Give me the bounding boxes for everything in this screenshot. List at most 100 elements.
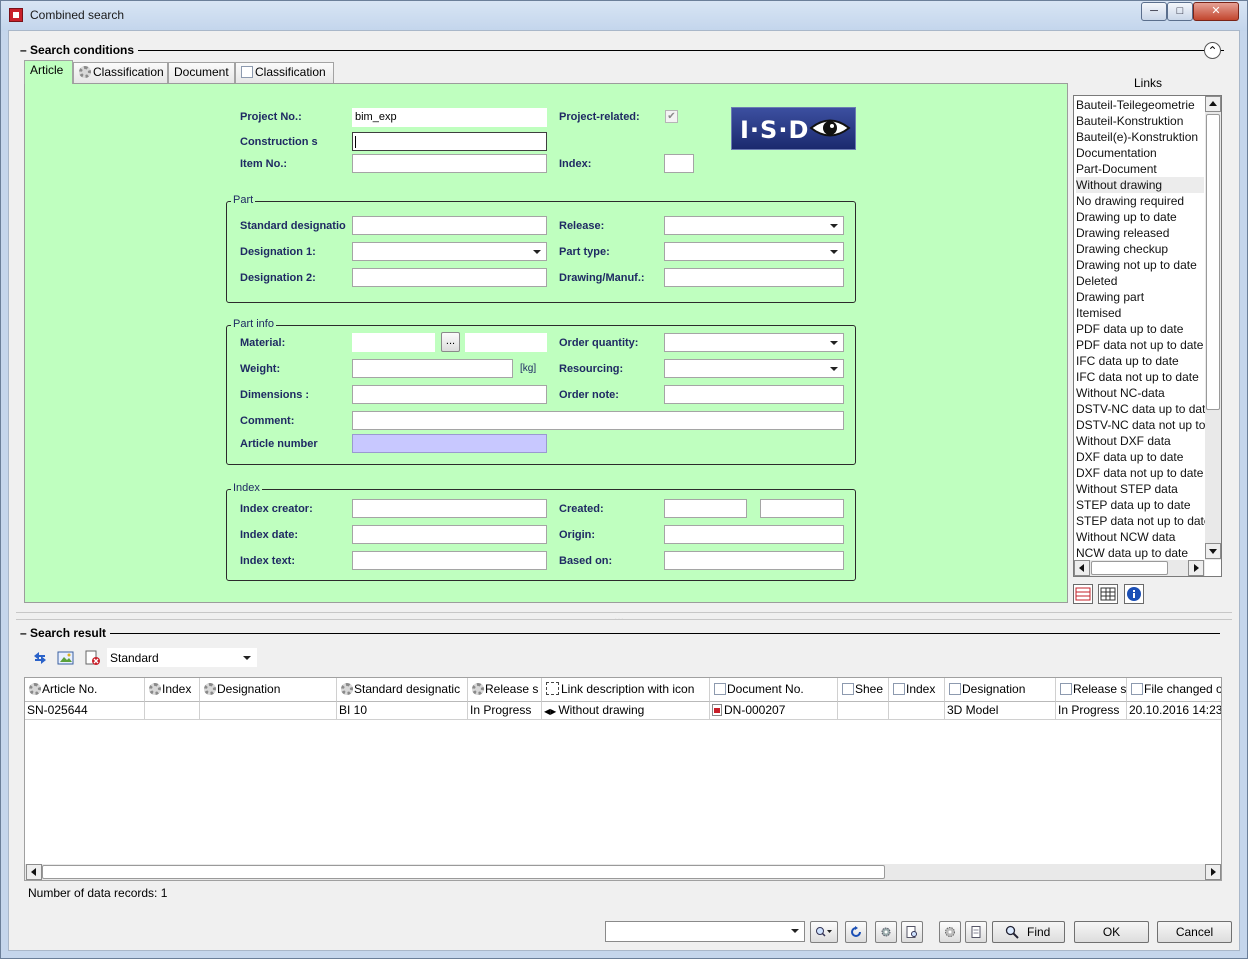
view-standard-select[interactable]: Standard bbox=[107, 648, 257, 667]
table-cell[interactable]: DN-000207 bbox=[710, 702, 838, 720]
reset-button[interactable] bbox=[845, 921, 867, 943]
links-list-item[interactable]: PDF data not up to date bbox=[1076, 337, 1203, 353]
links-list-item[interactable]: Drawing up to date bbox=[1076, 209, 1177, 225]
resourcing-select[interactable] bbox=[664, 359, 844, 378]
links-list-item[interactable]: STEP data not up to date bbox=[1076, 513, 1211, 529]
document-button[interactable] bbox=[965, 921, 987, 943]
info-button[interactable] bbox=[1124, 584, 1144, 604]
table-cell[interactable] bbox=[200, 702, 337, 720]
links-list[interactable]: Bauteil-Teilegeometrie Bauteil-Konstrukti… bbox=[1073, 95, 1222, 577]
links-list-item[interactable]: Without STEP data bbox=[1076, 481, 1178, 497]
table-view-button[interactable] bbox=[1098, 584, 1118, 604]
links-list-item[interactable]: DXF data not up to date bbox=[1076, 465, 1203, 481]
minimize-button[interactable]: ─ bbox=[1141, 2, 1167, 21]
table-scroll-right-icon[interactable] bbox=[1205, 864, 1221, 880]
table-scroll-left-icon[interactable] bbox=[26, 864, 42, 880]
links-list-item[interactable]: PDF data up to date bbox=[1076, 321, 1183, 337]
links-list-item[interactable]: DXF data up to date bbox=[1076, 449, 1183, 465]
dimensions-field[interactable] bbox=[352, 385, 547, 404]
standard-designation-field[interactable] bbox=[352, 216, 547, 235]
links-list-item[interactable]: Without NCW data bbox=[1076, 529, 1175, 545]
links-list-item[interactable]: Itemised bbox=[1076, 305, 1121, 321]
links-list-item[interactable]: IFC data not up to date bbox=[1076, 369, 1199, 385]
links-list-item[interactable]: IFC data up to date bbox=[1076, 353, 1179, 369]
links-list-item[interactable]: Without DXF data bbox=[1076, 433, 1171, 449]
material-field[interactable] bbox=[352, 333, 435, 352]
find-button[interactable]: Find bbox=[992, 921, 1065, 943]
links-list-item[interactable]: DSTV-NC data not up to bbox=[1076, 417, 1205, 433]
refresh-results-button[interactable] bbox=[31, 650, 49, 666]
column-header[interactable]: Article No. bbox=[25, 678, 145, 702]
column-header[interactable]: Release s bbox=[468, 678, 542, 702]
table-cell[interactable] bbox=[838, 702, 889, 720]
links-list-item[interactable]: Documentation bbox=[1076, 145, 1157, 161]
title-bar[interactable]: Combined search ─ □ ✕ bbox=[1, 1, 1247, 31]
table-cell[interactable]: ◀▶ Without drawing bbox=[542, 702, 710, 720]
index-creator-field[interactable] bbox=[352, 499, 547, 518]
links-list-item[interactable]: Bauteil-Teilegeometrie bbox=[1076, 97, 1195, 113]
delete-view-button[interactable] bbox=[84, 650, 102, 666]
scroll-up-icon[interactable] bbox=[1205, 96, 1221, 112]
drawing-manuf-field[interactable] bbox=[664, 268, 844, 287]
column-header[interactable]: Designation bbox=[200, 678, 337, 702]
table-horizontal-scrollbar[interactable] bbox=[25, 864, 1221, 880]
table-cell[interactable]: In Progress bbox=[1056, 702, 1127, 720]
table-cell[interactable]: In Progress bbox=[468, 702, 542, 720]
document-search-button[interactable] bbox=[901, 921, 923, 943]
created-to-field[interactable] bbox=[760, 499, 844, 518]
index-text-field[interactable] bbox=[352, 551, 547, 570]
column-header[interactable]: Index bbox=[889, 678, 945, 702]
scroll-left-icon[interactable] bbox=[1074, 560, 1090, 576]
links-list-item[interactable]: Drawing checkup bbox=[1076, 241, 1168, 257]
collapse-search-conditions-button[interactable]: ⌃ bbox=[1204, 42, 1221, 59]
column-header[interactable]: File changed o bbox=[1127, 678, 1221, 702]
links-list-item[interactable]: Bauteil(e)-Konstruktion bbox=[1076, 129, 1198, 145]
ok-button[interactable]: OK bbox=[1074, 921, 1149, 943]
links-list-item[interactable]: Bauteil-Konstruktion bbox=[1076, 113, 1183, 129]
maximize-button[interactable]: □ bbox=[1167, 2, 1193, 21]
close-button[interactable]: ✕ bbox=[1193, 2, 1239, 21]
links-list-item[interactable]: Part-Document bbox=[1076, 161, 1157, 177]
project-no-field[interactable]: bim_exp bbox=[352, 108, 547, 127]
gear-settings-button[interactable] bbox=[939, 921, 961, 943]
item-no-field[interactable] bbox=[352, 154, 547, 173]
search-options-button[interactable] bbox=[810, 921, 838, 943]
links-scroll-thumb[interactable] bbox=[1206, 114, 1220, 410]
release-select[interactable] bbox=[664, 216, 844, 235]
designation1-select[interactable] bbox=[352, 242, 547, 261]
part-type-select[interactable] bbox=[664, 242, 844, 261]
column-header[interactable]: Standard designatic bbox=[337, 678, 468, 702]
column-header[interactable]: Designation bbox=[945, 678, 1056, 702]
table-cell[interactable]: SN-025644 bbox=[25, 702, 145, 720]
order-note-field[interactable] bbox=[664, 385, 844, 404]
material-description-field[interactable] bbox=[465, 333, 547, 352]
filter-select[interactable] bbox=[605, 921, 805, 942]
column-header[interactable]: Release s bbox=[1056, 678, 1127, 702]
table-cell[interactable]: 3D Model bbox=[945, 702, 1056, 720]
column-header[interactable]: Shee bbox=[838, 678, 889, 702]
construction-field[interactable] bbox=[352, 132, 547, 151]
tab-document-classification[interactable]: Classification bbox=[235, 62, 334, 83]
cancel-button[interactable]: Cancel bbox=[1157, 921, 1232, 943]
tab-article[interactable]: Article bbox=[24, 60, 73, 84]
settings-button[interactable] bbox=[875, 921, 897, 943]
project-related-checkbox[interactable]: ✔ bbox=[665, 110, 678, 123]
links-vertical-scrollbar[interactable] bbox=[1205, 96, 1221, 560]
links-list-item[interactable]: No drawing required bbox=[1076, 193, 1184, 209]
column-header[interactable]: Link description with icon bbox=[542, 678, 710, 702]
table-scroll-thumb[interactable] bbox=[42, 865, 885, 879]
order-quantity-select[interactable] bbox=[664, 333, 844, 352]
designation2-field[interactable] bbox=[352, 268, 547, 287]
table-cell[interactable] bbox=[889, 702, 945, 720]
origin-field[interactable] bbox=[664, 525, 844, 544]
material-browse-button[interactable]: ... bbox=[441, 332, 460, 352]
scroll-down-icon[interactable] bbox=[1205, 543, 1221, 559]
links-list-item[interactable]: DSTV-NC data up to dat bbox=[1076, 401, 1205, 417]
tab-article-classification[interactable]: Classification bbox=[73, 62, 168, 83]
weight-field[interactable] bbox=[352, 359, 513, 378]
index-field[interactable] bbox=[664, 154, 694, 173]
export-image-button[interactable] bbox=[57, 650, 75, 666]
created-from-field[interactable] bbox=[664, 499, 747, 518]
links-list-item[interactable]: Drawing part bbox=[1076, 289, 1144, 305]
table-cell[interactable]: 20.10.2016 14:23:55 bbox=[1127, 702, 1221, 720]
